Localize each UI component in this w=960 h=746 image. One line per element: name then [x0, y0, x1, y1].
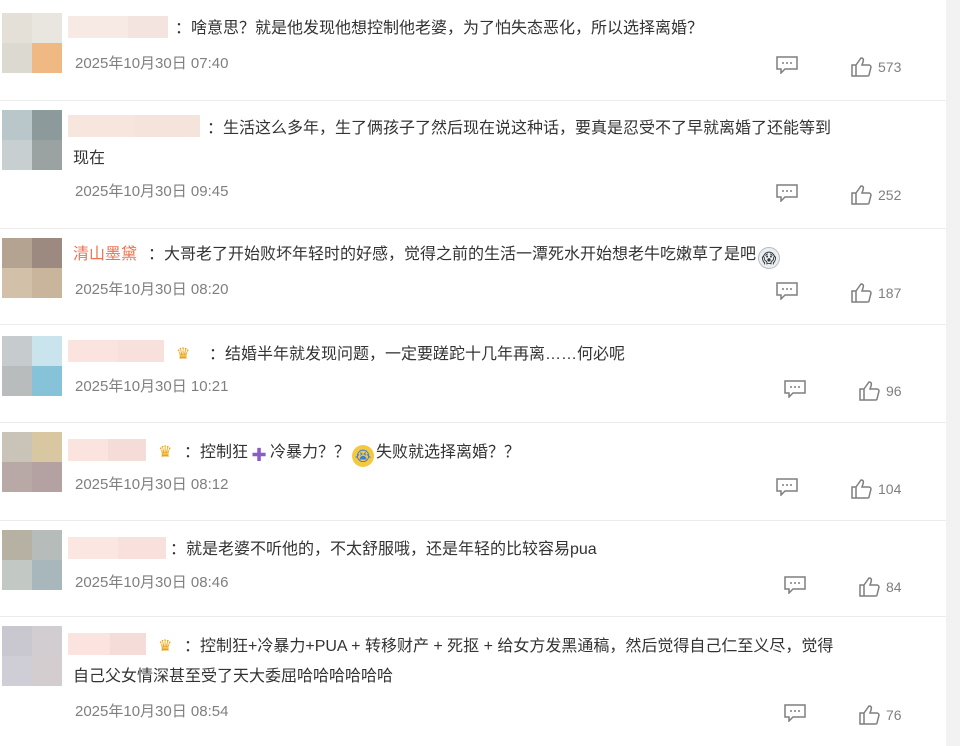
avatar[interactable] — [2, 336, 62, 396]
crying-face-icon: 😭 — [352, 445, 375, 467]
avatar[interactable] — [2, 110, 62, 170]
comment-icon[interactable] — [776, 282, 798, 300]
comment-item: ♛ ：控制狂+冷暴力+PUA + 转移财产 + 死抠 + 给女方发黑通稿，然后觉… — [0, 616, 946, 746]
like-button[interactable]: 84 — [858, 576, 902, 598]
comment-icon[interactable] — [784, 576, 806, 594]
comment-text: ：控制狂 ✚ 冷暴力？？ 😭 失败就选择离婚？？ — [184, 438, 520, 468]
comment-text: ：啥意思？就是他发现他想控制他老婆，为了怕失态恶化，所以选择离婚？ — [175, 20, 704, 37]
like-count: 76 — [886, 707, 902, 723]
comment-time: 2025年10月30日 09:45 — [75, 183, 229, 200]
comment-time: 2025年10月30日 08:12 — [75, 476, 229, 493]
comment-icon[interactable] — [776, 184, 798, 202]
thumbs-up-icon — [851, 185, 872, 205]
avatar[interactable] — [2, 13, 62, 73]
comment-icon[interactable] — [776, 56, 798, 74]
like-count: 84 — [886, 579, 902, 595]
avatar[interactable] — [2, 432, 62, 492]
comment-text-line2: 现在 — [73, 150, 106, 167]
comment-text: ：结婚半年就发现问题，一定要蹉跎十几年再离……何必呢 — [209, 346, 626, 363]
comment-text: ：大哥老了开始败坏年轻时的好感，觉得之前的生活一潭死水开始想老牛吃嫩草了是吧 😱 — [148, 240, 782, 270]
comment-time: 2025年10月30日 08:46 — [75, 574, 229, 591]
plus-icon: ✚ — [251, 445, 267, 465]
comment-icon[interactable] — [776, 478, 798, 496]
username-blurred[interactable] — [68, 633, 148, 655]
crown-icon: ♛ — [158, 444, 173, 461]
thumbs-up-icon — [859, 577, 880, 597]
comment-item: ：就是老婆不听他的，不太舒服哦，还是年轻的比较容易pua 2025年10月30日… — [0, 520, 946, 616]
username-blurred[interactable] — [68, 115, 202, 137]
comment-time: 2025年10月30日 07:40 — [75, 55, 229, 72]
comment-text-body: ：大哥老了开始败坏年轻时的好感，觉得之前的生活一潭死水开始想老牛吃嫩草了是吧 — [148, 246, 757, 263]
comment-icon[interactable] — [784, 380, 806, 398]
thumbs-up-icon — [851, 57, 872, 77]
comment-text-line2: 自己父女情深甚至受了天大委屈哈哈哈哈哈哈 — [73, 668, 394, 685]
crown-icon: ♛ — [176, 346, 191, 363]
like-count: 187 — [878, 285, 902, 301]
comment-text: ：就是老婆不听他的，不太舒服哦，还是年轻的比较容易pua — [170, 541, 597, 558]
like-button[interactable]: 252 — [850, 184, 901, 206]
username[interactable]: 清山墨黛 — [73, 244, 137, 266]
comment-text-part2: 冷暴力？？ — [270, 444, 351, 461]
like-button[interactable]: 104 — [850, 478, 901, 500]
avatar[interactable] — [2, 238, 62, 298]
comment-time: 2025年10月30日 08:54 — [75, 703, 229, 720]
like-button[interactable]: 573 — [850, 56, 901, 78]
comment-item: ♛ ：结婚半年就发现问题，一定要蹉跎十几年再离……何必呢 2025年10月30日… — [0, 324, 946, 422]
username-blurred[interactable] — [68, 537, 168, 559]
scrollbar-track[interactable] — [946, 0, 960, 746]
username-blurred[interactable] — [68, 439, 148, 461]
like-count: 573 — [878, 59, 902, 75]
thumbs-up-icon — [859, 705, 880, 725]
comment-item: ：啥意思？就是他发现他想控制他老婆，为了怕失态恶化，所以选择离婚？ 2025年1… — [0, 0, 946, 100]
username-blurred[interactable] — [68, 16, 176, 38]
username-blurred[interactable] — [68, 340, 166, 362]
avatar[interactable] — [2, 530, 62, 590]
comment-item: 清山墨黛 ：大哥老了开始败坏年轻时的好感，觉得之前的生活一潭死水开始想老牛吃嫩草… — [0, 228, 946, 324]
avatar[interactable] — [2, 626, 62, 686]
comment-text: ：生活这么多年，生了俩孩子了然后现在说这种话，要真是忍受不了早就离婚了还能等到 — [207, 120, 832, 137]
like-button[interactable]: 96 — [858, 380, 902, 402]
crown-icon: ♛ — [158, 638, 173, 655]
thumbs-up-icon — [859, 381, 880, 401]
shocked-face-icon: 😱 — [758, 247, 781, 269]
like-count: 104 — [878, 481, 902, 497]
comment-item: ：生活这么多年，生了俩孩子了然后现在说这种话，要真是忍受不了早就离婚了还能等到 … — [0, 100, 946, 228]
like-count: 96 — [886, 383, 902, 399]
comment-time: 2025年10月30日 10:21 — [75, 378, 229, 395]
comment-text-part3: 失败就选择离婚？？ — [376, 444, 521, 461]
like-button[interactable]: 187 — [850, 282, 901, 304]
like-button[interactable]: 76 — [858, 704, 902, 726]
like-count: 252 — [878, 187, 902, 203]
comment-item: ♛ ：控制狂 ✚ 冷暴力？？ 😭 失败就选择离婚？？ 2025年10月30日 08:12… — [0, 422, 946, 520]
comment-text: ：控制狂+冷暴力+PUA + 转移财产 + 死抠 + 给女方发黑通稿，然后觉得自… — [184, 638, 834, 655]
thumbs-up-icon — [851, 479, 872, 499]
comment-time: 2025年10月30日 08:20 — [75, 281, 229, 298]
comment-icon[interactable] — [784, 704, 806, 722]
comment-text-part1: ：控制狂 — [184, 444, 249, 461]
thumbs-up-icon — [851, 283, 872, 303]
